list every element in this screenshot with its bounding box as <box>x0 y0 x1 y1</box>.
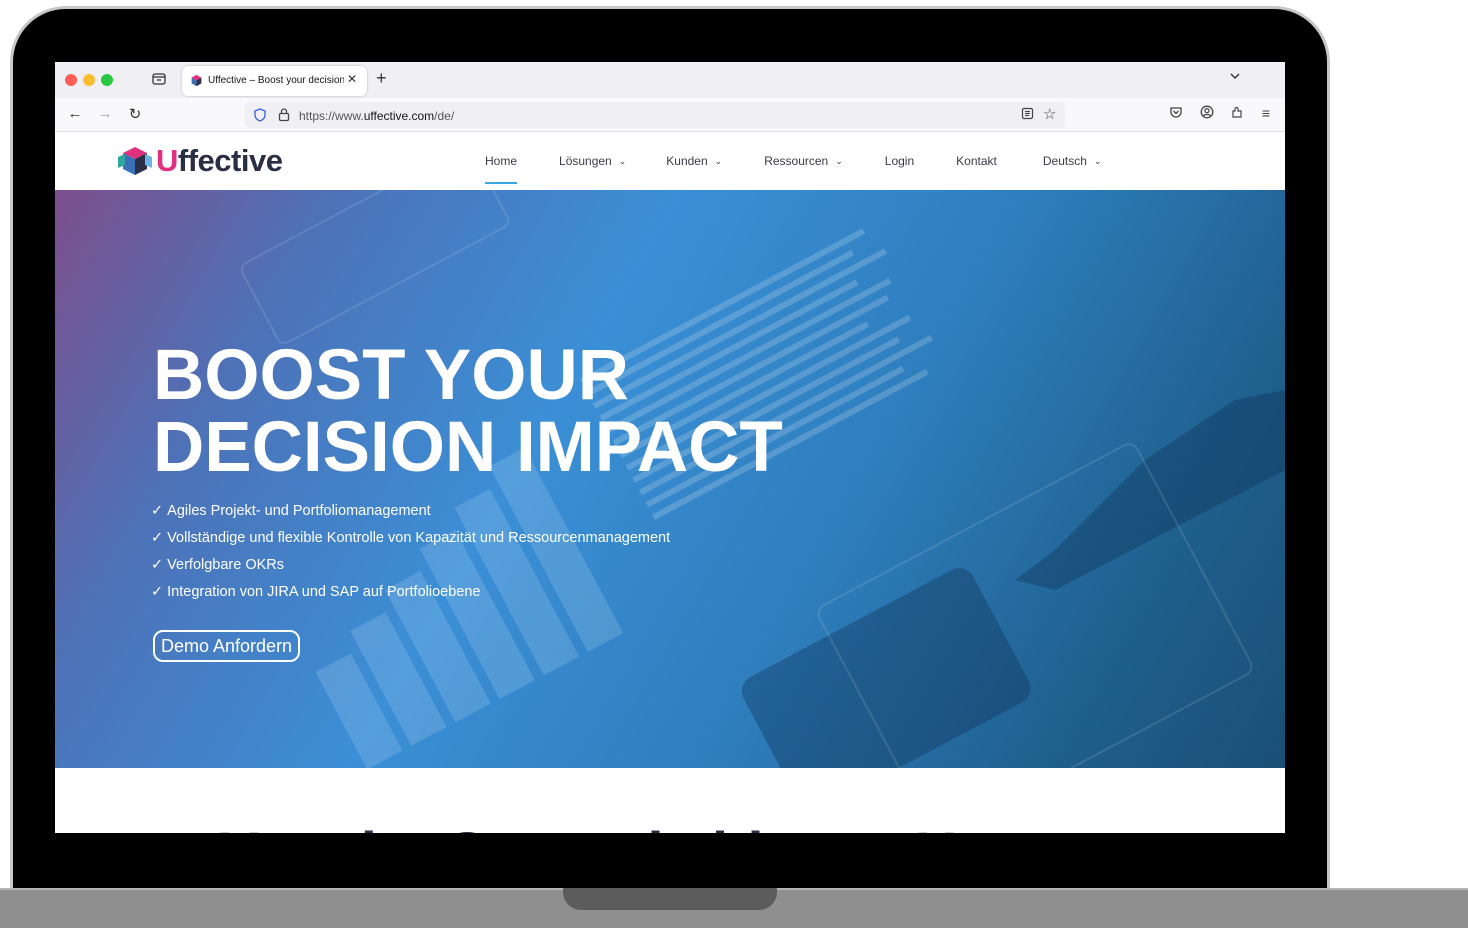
list-item: ✓ Vollständige und flexible Kontrolle von… <box>151 530 671 546</box>
nav-item-ressourcen[interactable]: Ressourcen ⌄ <box>764 132 843 190</box>
feature-list: ✓ Agiles Projekt- und Portfoliomanagement… <box>151 500 670 608</box>
section-heading: Von der Strategie bis zur Umsetzung <box>220 820 1228 833</box>
logo-cube-icon <box>118 147 152 175</box>
chevron-down-icon: ⌄ <box>714 155 723 166</box>
nav-item-login[interactable]: Login <box>885 132 914 190</box>
laptop-mockup: Uffective – Boost your decision ✕ + ← → … <box>0 0 1468 930</box>
checkmark-icon: ✓ <box>151 530 164 546</box>
chevron-down-icon: ⌄ <box>1093 155 1102 166</box>
chevron-down-icon: ⌄ <box>618 155 627 166</box>
uffective-logo[interactable]: Uffective <box>117 143 283 178</box>
hero-section: BOOST YOUR DECISION IMPACT ✓ Agiles Proje… <box>55 190 1285 768</box>
checkmark-icon: ✓ <box>151 557 164 573</box>
logo-suffix: ffective <box>177 143 283 178</box>
new-tab-button[interactable]: + <box>376 68 387 89</box>
nav-item-loesungen[interactable]: Lösungen ⌄ <box>559 132 626 190</box>
lock-icon[interactable] <box>277 107 291 122</box>
account-icon[interactable] <box>1198 105 1216 122</box>
reader-view-icon[interactable] <box>1021 107 1034 123</box>
chevron-down-icon: ⌄ <box>835 155 843 166</box>
close-window-button[interactable] <box>65 74 77 86</box>
tab-close-icon[interactable]: ✕ <box>347 72 357 86</box>
tab-title: Uffective – Boost your decision <box>208 75 344 86</box>
nav-item-language[interactable]: Deutsch ⌄ <box>1043 132 1102 190</box>
menu-hamburger-icon[interactable]: ≡ <box>1257 105 1275 121</box>
maximize-window-button[interactable] <box>101 74 113 86</box>
list-item: ✓ Integration von JIRA und SAP auf Portfo… <box>151 584 481 600</box>
laptop-notch <box>563 888 777 910</box>
minimize-window-button[interactable] <box>83 74 95 86</box>
url-text: https://www.uffective.com/de/ <box>299 109 455 123</box>
content-section: Von der Strategie bis zur Umsetzung <box>55 768 1285 833</box>
site-header: Uffective Home Lösungen ⌄ Kunden ⌄ Ressour… <box>55 132 1285 190</box>
browser-tab[interactable]: Uffective – Boost your decision ✕ <box>182 66 367 96</box>
forward-arrow-icon[interactable]: → <box>95 105 115 122</box>
main-navigation: Home Lösungen ⌄ Kunden ⌄ Ressourcen ⌄ Login… <box>485 132 1101 190</box>
browser-window: Uffective – Boost your decision ✕ + ← → … <box>55 62 1285 833</box>
checkmark-icon: ✓ <box>151 503 164 519</box>
back-arrow-icon[interactable]: ← <box>65 105 85 122</box>
shield-icon[interactable] <box>253 108 267 122</box>
checkmark-icon: ✓ <box>151 584 164 600</box>
reload-icon[interactable]: ↻ <box>125 105 145 123</box>
list-item: ✓ Verfolgbare OKRs <box>151 557 285 573</box>
tab-list-icon[interactable] <box>151 71 167 87</box>
chevron-down-icon[interactable] <box>1229 70 1241 84</box>
uffective-favicon-icon <box>191 74 202 87</box>
bookmark-star-icon[interactable]: ☆ <box>1043 105 1056 123</box>
tab-bar: Uffective – Boost your decision ✕ + <box>55 62 1285 98</box>
demo-request-button[interactable]: Demo Anfordern <box>153 630 301 662</box>
nav-item-home[interactable]: Home <box>485 132 518 190</box>
list-item: ✓ Agiles Projekt- und Portfoliomanagement <box>151 503 431 519</box>
hero-title-line-1: BOOST YOUR <box>153 336 630 415</box>
nav-item-kunden[interactable]: Kunden ⌄ <box>666 132 722 190</box>
url-bar[interactable]: https://www.uffective.com/de/ ☆ <box>245 102 1065 128</box>
pocket-icon[interactable] <box>1167 105 1185 122</box>
hero-title-line-2: DECISION IMPACT <box>153 408 783 487</box>
logo-prefix: U <box>156 143 178 178</box>
navigation-toolbar: ← → ↻ https://www.uffective.com/de/ ☆ ≡ <box>55 98 1285 132</box>
nav-item-kontakt[interactable]: Kontakt <box>956 132 997 190</box>
extensions-icon[interactable] <box>1228 105 1246 122</box>
hero-title: BOOST YOUR DECISION IMPACT <box>153 340 783 484</box>
